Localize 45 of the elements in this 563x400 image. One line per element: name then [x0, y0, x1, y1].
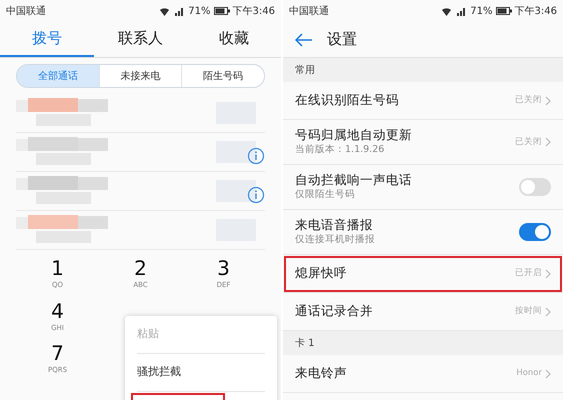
filter-tab[interactable]: 未接来电 — [100, 65, 182, 87]
setting-value: 已关闭 — [515, 94, 542, 107]
clock-time: 下午3:46 — [514, 4, 557, 18]
battery-icon — [496, 7, 512, 15]
battery-level: 71% — [188, 4, 211, 18]
toggle-switch[interactable] — [519, 223, 551, 241]
setting-title: 来电语音播报 — [295, 216, 374, 233]
section-header: 卡 1 — [283, 331, 563, 355]
setting-title: 号码归属地自动更新 — [295, 126, 412, 143]
tab[interactable]: 收藏 — [187, 22, 281, 57]
signal-icon — [173, 6, 186, 16]
setting-value: Honor — [516, 367, 542, 380]
setting-subtitle: 当前版本：1.1.9.26 — [295, 143, 386, 157]
setting-value: 已开启 — [515, 267, 542, 280]
back-button[interactable] — [295, 32, 313, 46]
chevron-icon — [545, 306, 551, 316]
setting-title: 来电铃声 — [295, 365, 347, 382]
setting-value: 按时间 — [515, 305, 542, 318]
setting-title: 自动拦截响一声电话 — [295, 172, 412, 188]
chevron-icon — [545, 268, 551, 278]
wifi-icon — [159, 6, 170, 16]
section-header: 常用 — [283, 58, 563, 82]
menu-item[interactable]: 骚扰拦截 — [137, 354, 265, 392]
setting-title: 通话记录合并 — [295, 303, 373, 320]
setting-subtitle: 仅限陌生号码 — [295, 188, 356, 202]
carrier-name: 中国联通 — [6, 4, 46, 18]
highlighted-setting-row[interactable]: 熄屏快呼 已开启 — [283, 255, 563, 293]
chevron-icon — [545, 368, 551, 378]
toggle-switch[interactable] — [519, 178, 551, 196]
setting-subtitle: 仅连接耳机时播报 — [295, 233, 375, 247]
wifi-icon — [441, 6, 452, 16]
battery-level: 71% — [470, 4, 493, 18]
battery-icon — [214, 7, 230, 15]
tab[interactable]: 拨号 — [0, 22, 94, 57]
setting-value: 已关闭 — [515, 136, 542, 148]
setting-title: 熄屏快呼 — [295, 265, 347, 282]
chevron-icon — [545, 96, 551, 106]
setting-title: 在线识别陌生号码 — [295, 92, 399, 109]
chevron-icon — [545, 137, 551, 147]
carrier-name: 中国联通 — [289, 4, 329, 18]
signal-icon — [455, 6, 468, 16]
screen-title: 设置 — [327, 29, 357, 50]
filter-tab[interactable]: 陌生号码 — [182, 65, 264, 87]
tab[interactable]: 联系人 — [94, 22, 188, 57]
clock-time: 下午3:46 — [232, 4, 275, 18]
